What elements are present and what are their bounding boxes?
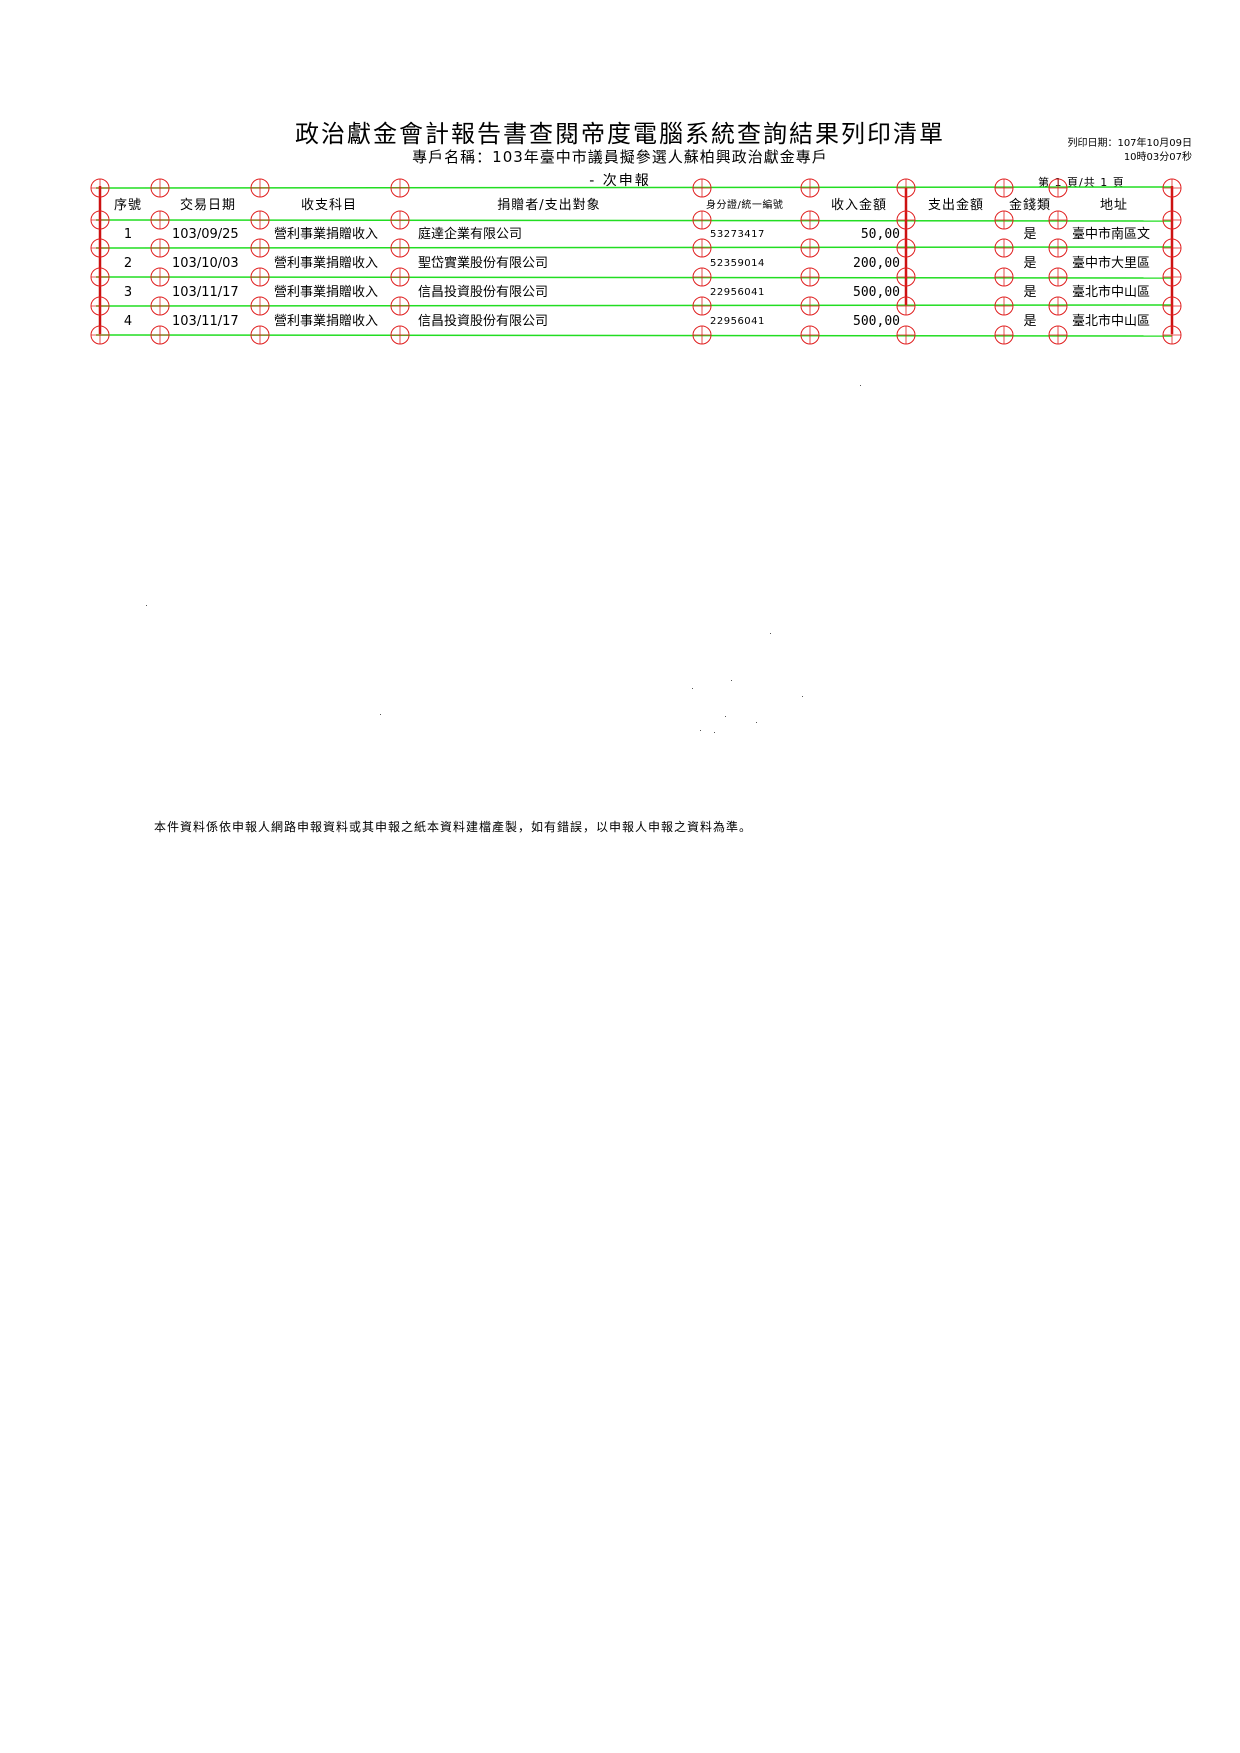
row-date: 103/10/03 <box>172 256 239 271</box>
row-seq: 2 <box>123 256 133 271</box>
row-expense <box>912 283 998 303</box>
row-cash-type: 是 <box>1023 314 1037 329</box>
scan-speck <box>700 730 701 731</box>
row-category: 營利事業捐贈收入 <box>274 285 379 300</box>
row-cash-type: 是 <box>1023 227 1037 242</box>
row-party: 信昌投資股份有限公司 <box>418 314 549 329</box>
header-cash-type: 金錢類 <box>1008 198 1051 213</box>
row-expense <box>912 254 998 274</box>
row-date: 103/11/17 <box>172 314 239 329</box>
row-date: 103/11/17 <box>172 285 239 300</box>
row-address: 臺中市南區文 <box>1072 227 1151 242</box>
row-expense <box>912 312 998 332</box>
row-id: 22956041 <box>710 287 765 298</box>
scan-speck <box>770 633 771 634</box>
row-party: 聖岱實業股份有限公司 <box>418 256 549 271</box>
row-seq: 1 <box>123 227 133 242</box>
row-seq: 3 <box>123 285 133 300</box>
row-id: 22956041 <box>710 316 765 327</box>
scan-speck <box>802 696 803 697</box>
row-id: 53273417 <box>710 229 765 240</box>
row-date: 103/09/25 <box>172 227 239 242</box>
row-address: 臺北市中山區 <box>1072 314 1151 329</box>
scan-speck <box>692 688 693 689</box>
header-party: 捐贈者/支出對象 <box>497 198 601 213</box>
row-address: 臺中市大里區 <box>1072 256 1151 271</box>
scan-speck <box>860 385 861 386</box>
header-id: 身分證/統一編號 <box>706 200 784 211</box>
header-income: 收入金額 <box>830 198 887 213</box>
scan-speck <box>725 716 726 717</box>
row-party: 庭達企業有限公司 <box>418 227 523 242</box>
row-cash-type: 是 <box>1023 285 1037 300</box>
row-category: 營利事業捐贈收入 <box>274 256 379 271</box>
row-income: 500,00 <box>853 314 900 329</box>
scan-speck <box>756 722 757 723</box>
row-id: 52359014 <box>710 258 765 269</box>
row-cash-type: 是 <box>1023 256 1037 271</box>
row-income: 50,00 <box>860 227 900 242</box>
scan-speck <box>146 605 147 606</box>
row-party: 信昌投資股份有限公司 <box>418 285 549 300</box>
header-date: 交易日期 <box>179 198 236 213</box>
header-address: 地址 <box>1099 198 1128 213</box>
row-address: 臺北市中山區 <box>1072 285 1151 300</box>
scan-speck <box>731 680 732 681</box>
header-seq: 序號 <box>113 198 142 213</box>
scan-speck <box>380 714 381 715</box>
row-expense <box>912 225 998 245</box>
scan-speck <box>714 732 715 733</box>
row-seq: 4 <box>123 314 133 329</box>
header-expense: 支出金額 <box>927 198 984 213</box>
row-category: 營利事業捐贈收入 <box>274 314 379 329</box>
footer-disclaimer: 本件資料係依申報人網路申報資料或其申報之紙本資料建檔產製，如有錯誤，以申報人申報… <box>154 820 753 834</box>
header-category: 收支科目 <box>300 198 357 213</box>
row-income: 500,00 <box>853 285 900 300</box>
row-category: 營利事業捐贈收入 <box>274 227 379 242</box>
row-income: 200,00 <box>853 256 900 271</box>
